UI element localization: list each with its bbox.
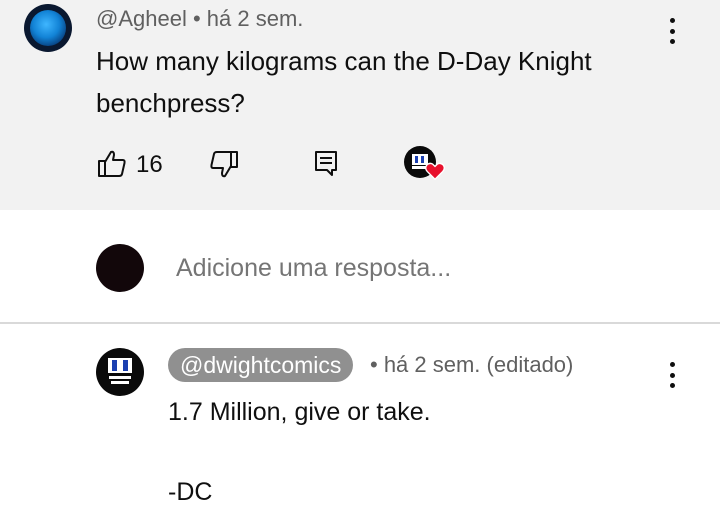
- reply-item: @dwightcomics • há 2 sem. (editado) 1.7 …: [0, 324, 720, 510]
- reply-meta: • há 2 sem. (editado): [370, 352, 574, 377]
- user-avatar: [96, 244, 144, 292]
- globe-avatar-icon: [30, 10, 66, 46]
- dwight-comics-logo-icon: [108, 358, 132, 384]
- reply-button[interactable]: [312, 148, 340, 178]
- like-count: 16: [136, 151, 163, 178]
- comment-text: How many kilograms can the D-Day Knight …: [96, 46, 592, 118]
- comment-card: @Agheel • há 2 sem. How many kilograms c…: [0, 0, 720, 210]
- reply-more-options-button[interactable]: [662, 360, 682, 390]
- heart-icon: [425, 162, 445, 181]
- comment-author[interactable]: @Agheel: [96, 6, 187, 31]
- comment-time: • há 2 sem.: [192, 6, 304, 31]
- reply-composer: [0, 210, 720, 322]
- reply-author-chip[interactable]: @dwightcomics: [168, 348, 354, 382]
- reply-author-avatar[interactable]: [96, 348, 144, 396]
- comment-meta: @Agheel • há 2 sem.: [96, 6, 303, 32]
- thumbs-down-icon: [210, 151, 238, 178]
- comment-icon: [315, 151, 337, 176]
- comment-more-options-button[interactable]: [662, 16, 682, 46]
- commenter-avatar[interactable]: [24, 4, 72, 52]
- thumbs-up-icon: [98, 150, 126, 177]
- dislike-button[interactable]: [208, 148, 240, 180]
- reply-text: 1.7 Million, give or take. -DC: [168, 398, 431, 506]
- reply-input[interactable]: [176, 250, 676, 286]
- like-button[interactable]: [96, 148, 128, 180]
- creator-heart-badge: [404, 146, 446, 184]
